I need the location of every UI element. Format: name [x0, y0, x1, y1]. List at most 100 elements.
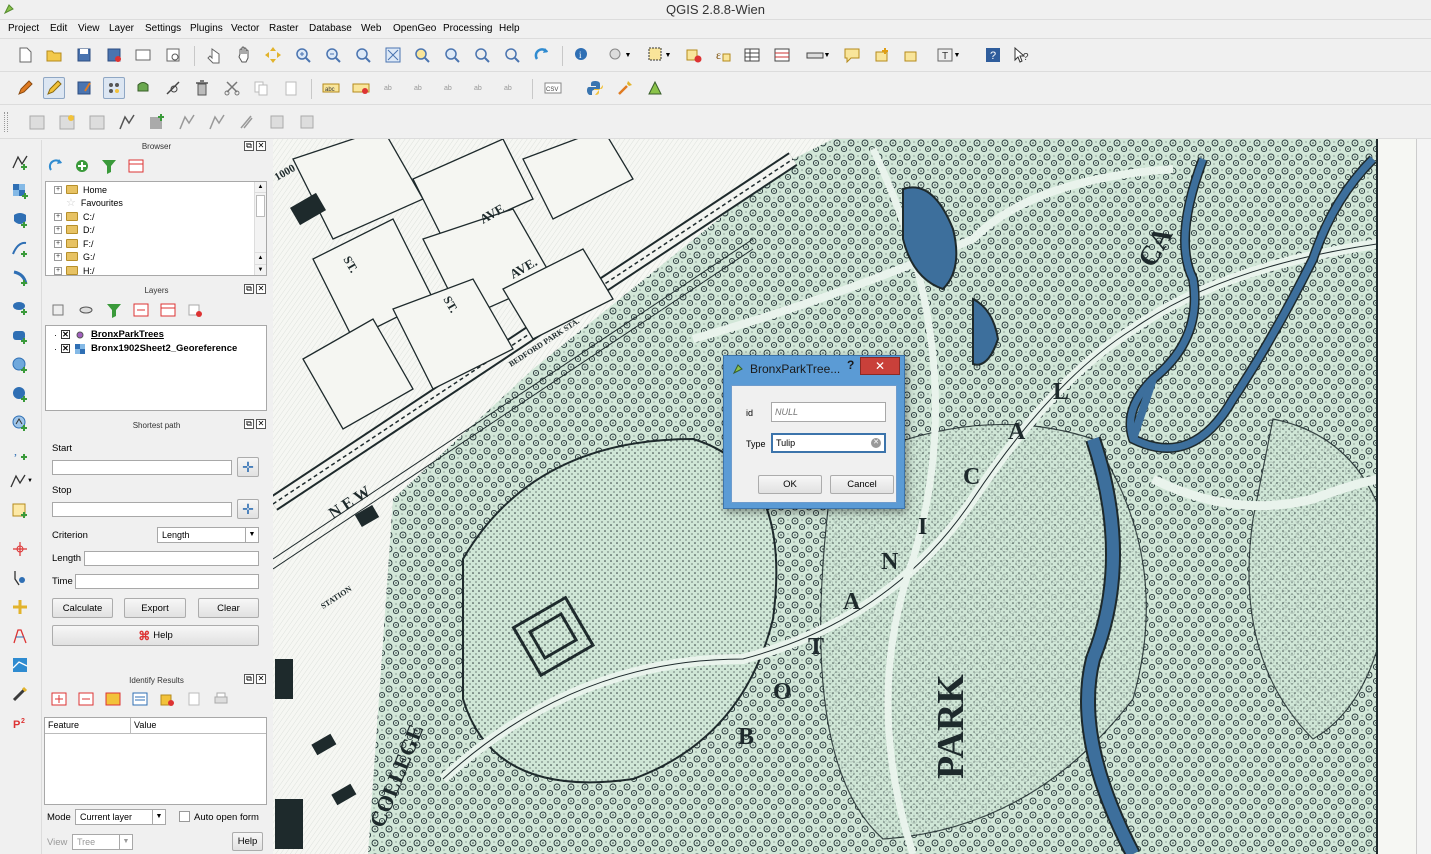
ok-button[interactable]: OK	[758, 475, 822, 494]
zoom-last-icon[interactable]	[471, 44, 493, 66]
export-button[interactable]: Export	[124, 598, 186, 618]
new-shapefile-layer-icon[interactable]: ▼	[5, 470, 37, 492]
move-feature-icon[interactable]	[132, 77, 154, 99]
redo-icon[interactable]	[56, 111, 78, 133]
identify-features-icon[interactable]: i	[571, 44, 593, 66]
type-field[interactable]: Tulip ✕	[771, 433, 886, 453]
filter-browser-icon[interactable]	[98, 155, 120, 177]
menu-layer[interactable]: Layer	[109, 23, 134, 34]
road-graph-icon[interactable]	[9, 625, 31, 647]
collapse-tree-icon[interactable]	[75, 688, 97, 710]
add-wcs-layer-icon[interactable]	[9, 383, 31, 405]
select-by-expression-icon[interactable]: ε	[712, 44, 734, 66]
label-show-hide-icon[interactable]: ab	[410, 77, 432, 99]
node-tool-icon[interactable]	[162, 77, 184, 99]
measure-line-icon[interactable]: ▼	[800, 44, 836, 66]
menu-raster[interactable]: Raster	[269, 23, 298, 34]
expand-icon[interactable]: +	[54, 252, 62, 261]
refresh-browser-icon[interactable]	[45, 155, 67, 177]
expand-icon[interactable]: +	[54, 225, 62, 234]
touch-zoom-icon[interactable]	[203, 44, 225, 66]
add-feature-icon[interactable]	[103, 77, 125, 99]
pan-to-selection-icon[interactable]	[262, 44, 284, 66]
open-form-icon[interactable]	[129, 688, 151, 710]
zoom-in-icon[interactable]	[292, 44, 314, 66]
deselect-features-icon[interactable]	[683, 44, 705, 66]
undo-icon[interactable]	[26, 111, 48, 133]
scrollbar-thumb[interactable]	[256, 195, 265, 217]
offset-curve-icon[interactable]	[296, 111, 318, 133]
layer-visibility-checkbox[interactable]: ✕	[61, 330, 70, 339]
add-selected-layers-icon[interactable]	[71, 155, 93, 177]
browser-item-home[interactable]: + Home	[54, 183, 107, 196]
new-project-icon[interactable]	[14, 44, 36, 66]
menu-plugins[interactable]: Plugins	[190, 23, 223, 34]
refresh-icon[interactable]	[531, 44, 553, 66]
delete-selected-icon[interactable]	[191, 77, 213, 99]
add-raster-layer-icon[interactable]	[9, 180, 31, 202]
auto-open-form-checkbox[interactable]	[179, 811, 190, 822]
cancel-button[interactable]: Cancel	[830, 475, 894, 494]
attribute-table-icon[interactable]	[741, 44, 763, 66]
identify-help-button[interactable]: Help	[232, 832, 263, 851]
calculate-button[interactable]: Calculate	[52, 598, 113, 618]
column-header-feature[interactable]: Feature	[45, 718, 131, 734]
collapse-all-layers-icon[interactable]	[157, 299, 179, 321]
layer-visibility-checkbox[interactable]: ✕	[61, 344, 70, 353]
label-highlight-icon[interactable]: ab	[380, 77, 402, 99]
start-point-input[interactable]	[52, 460, 232, 475]
spatial-query-icon[interactable]	[9, 654, 31, 676]
add-postgis-layer-icon[interactable]	[9, 209, 31, 231]
browser-item-d[interactable]: + D:/	[54, 223, 95, 236]
coordinate-capture-icon[interactable]	[9, 538, 31, 560]
shortest-path-help-button[interactable]: ⌘ Help	[52, 625, 259, 646]
add-spatialite-layer-icon[interactable]	[9, 238, 31, 260]
filter-legend-icon[interactable]	[103, 299, 125, 321]
label-pin-icon[interactable]	[350, 77, 372, 99]
add-group-icon[interactable]	[48, 299, 70, 321]
python-console-icon[interactable]	[584, 77, 606, 99]
menu-processing[interactable]: Processing	[443, 23, 492, 34]
reshape-features-icon[interactable]	[266, 111, 288, 133]
zoom-to-layer-icon[interactable]	[441, 44, 463, 66]
toggle-editing-icon[interactable]	[43, 77, 65, 99]
identify-view-select[interactable]: Tree ▼	[72, 834, 133, 850]
layer-bronx1902sheet2[interactable]: · ✕ Bronx1902Sheet2_Georeference	[54, 342, 237, 355]
menu-web[interactable]: Web	[361, 23, 381, 34]
gps-tools-icon[interactable]	[9, 567, 31, 589]
browser-item-g[interactable]: + G:/	[54, 250, 95, 263]
simplify-feature-icon[interactable]	[86, 111, 108, 133]
expand-tree-icon[interactable]	[48, 688, 70, 710]
add-delimited-text-layer-icon[interactable]: ,	[9, 441, 31, 463]
add-ring-icon[interactable]	[116, 111, 138, 133]
scroll-down-icon[interactable]: ▼	[255, 264, 266, 275]
save-layer-edits-icon[interactable]	[73, 77, 95, 99]
add-vector-layer-icon[interactable]	[9, 151, 31, 173]
text-annotation-icon[interactable]: T ▼	[930, 44, 966, 66]
id-field[interactable]	[771, 402, 886, 422]
add-wms-layer-icon[interactable]	[9, 354, 31, 376]
zoom-to-selection-icon[interactable]	[411, 44, 433, 66]
close-panel-icon[interactable]: ✕	[256, 284, 266, 294]
cut-features-icon[interactable]	[221, 77, 243, 99]
add-part-icon[interactable]	[146, 111, 168, 133]
p2-plugin-icon[interactable]: P2	[9, 712, 31, 734]
open-project-icon[interactable]	[43, 44, 65, 66]
dialog-help-icon[interactable]: ?	[847, 358, 854, 372]
menu-edit[interactable]: Edit	[50, 23, 67, 34]
print-results-icon[interactable]	[210, 688, 232, 710]
delete-ring-icon[interactable]	[206, 111, 228, 133]
add-virtual-layer-icon[interactable]	[9, 499, 31, 521]
layer-labeling-icon[interactable]: abc	[320, 77, 342, 99]
save-as-icon[interactable]	[103, 44, 125, 66]
browser-scrollbar[interactable]: ▲ ▲ ▼	[254, 182, 266, 275]
close-panel-icon[interactable]: ✕	[256, 141, 266, 151]
expand-new-results-icon[interactable]	[102, 688, 124, 710]
heatmap-tool-icon[interactable]	[9, 683, 31, 705]
browser-item-h[interactable]: + H:/	[54, 264, 95, 277]
zoom-next-icon[interactable]	[501, 44, 523, 66]
zoom-out-icon[interactable]	[322, 44, 344, 66]
statistical-summary-icon[interactable]	[771, 44, 793, 66]
help-contents-icon[interactable]: ?	[982, 44, 1004, 66]
label-move-icon[interactable]: ab	[440, 77, 462, 99]
